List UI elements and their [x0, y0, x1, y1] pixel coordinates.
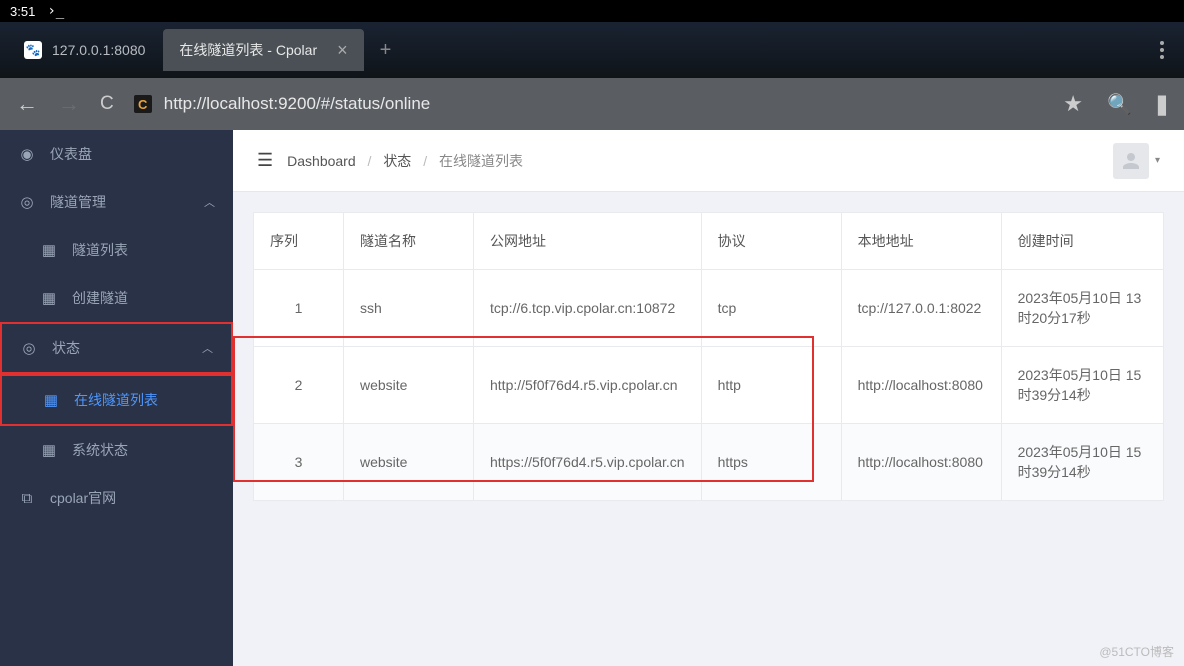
cell-public: http://5f0f76d4.r5.vip.cpolar.cn [474, 347, 702, 424]
address-bar[interactable]: C http://localhost:9200/#/status/online [134, 94, 1044, 114]
avatar-icon [1113, 143, 1149, 179]
th-local: 本地地址 [841, 213, 1001, 270]
sidebar-item-tunnel-mgmt[interactable]: ◎ 隧道管理 ︿ [0, 178, 233, 226]
reload-button[interactable]: C [100, 93, 114, 115]
browser-toolbar: ← → C C http://localhost:9200/#/status/o… [0, 78, 1184, 130]
th-protocol: 协议 [701, 213, 841, 270]
grid-icon: ▦ [40, 441, 58, 459]
table-row[interactable]: 1 ssh tcp://6.tcp.vip.cpolar.cn:10872 tc… [254, 270, 1164, 347]
table-row[interactable]: 3 website https://5f0f76d4.r5.vip.cpolar… [254, 424, 1164, 501]
sidebar-item-online-list[interactable]: ▦ 在线隧道列表 [0, 374, 233, 426]
tab-favicon-icon: 🐾 [24, 41, 42, 59]
status-icon: ◎ [20, 339, 38, 357]
cell-protocol: https [701, 424, 841, 501]
cell-seq: 3 [254, 424, 344, 501]
cell-created: 2023年05月10日 15时39分14秒 [1001, 347, 1163, 424]
forward-button[interactable]: → [58, 91, 80, 117]
breadcrumb-root[interactable]: Dashboard [287, 153, 356, 169]
browser-tab-strip: 🐾 127.0.0.1:8080 在线隧道列表 - Cpolar × + [0, 22, 1184, 78]
external-link-icon: ⧉ [18, 490, 36, 507]
breadcrumb: Dashboard / 状态 / 在线隧道列表 [287, 151, 523, 171]
menu-toggle-icon[interactable]: ☰ [257, 150, 273, 171]
user-menu[interactable]: ▾ [1113, 143, 1160, 179]
table-row[interactable]: 2 website http://5f0f76d4.r5.vip.cpolar.… [254, 347, 1164, 424]
tab-localhost-8080[interactable]: 🐾 127.0.0.1:8080 [8, 29, 161, 71]
tunnel-table: 序列 隧道名称 公网地址 协议 本地地址 创建时间 1 ssh tcp://6.… [253, 212, 1164, 501]
sidebar-item-label: 创建隧道 [72, 288, 128, 308]
cell-protocol: http [701, 347, 841, 424]
chevron-up-icon: ︿ [204, 194, 215, 210]
terminal-prompt-icon: ›_ [47, 3, 64, 19]
sidebar-item-create-tunnel[interactable]: ▦ 创建隧道 [0, 274, 233, 322]
cell-name: website [344, 424, 474, 501]
clock-time: 3:51 [10, 4, 35, 19]
new-tab-button[interactable]: + [366, 39, 406, 62]
sidebar-item-label: 在线隧道列表 [74, 390, 158, 410]
tab-cpolar[interactable]: 在线隧道列表 - Cpolar × [163, 29, 363, 71]
chevron-down-icon: ▾ [1155, 155, 1160, 166]
sidebar-item-status[interactable]: ◎ 状态 ︿ [0, 322, 233, 374]
breadcrumb-separator: / [423, 153, 427, 169]
tunnel-icon: ◎ [18, 193, 36, 211]
main-content: ☰ Dashboard / 状态 / 在线隧道列表 ▾ 序列 隧道 [233, 130, 1184, 666]
sidebar-item-tunnel-list[interactable]: ▦ 隧道列表 [0, 226, 233, 274]
cell-created: 2023年05月10日 15时39分14秒 [1001, 424, 1163, 501]
cell-name: ssh [344, 270, 474, 347]
device-status-bar: 3:51 ›_ [0, 0, 1184, 22]
cell-seq: 1 [254, 270, 344, 347]
table-header-row: 序列 隧道名称 公网地址 协议 本地地址 创建时间 [254, 213, 1164, 270]
site-favicon-icon: C [134, 95, 152, 113]
sidebar-item-label: 状态 [52, 338, 80, 358]
watermark: @51CTO博客 [1099, 643, 1174, 660]
th-created: 创建时间 [1001, 213, 1163, 270]
list-icon: ▦ [42, 391, 60, 409]
grid-icon: ▦ [40, 289, 58, 307]
cell-public: tcp://6.tcp.vip.cpolar.cn:10872 [474, 270, 702, 347]
breadcrumb-current: 在线隧道列表 [439, 153, 523, 169]
breadcrumb-bar: ☰ Dashboard / 状态 / 在线隧道列表 ▾ [233, 130, 1184, 192]
dashboard-icon: ◉ [18, 145, 36, 163]
cell-protocol: tcp [701, 270, 841, 347]
cell-local: http://localhost:8080 [841, 347, 1001, 424]
sidebar-item-label: 仪表盘 [50, 144, 92, 164]
sidebar-item-label: 系统状态 [72, 440, 128, 460]
url-text: http://localhost:9200/#/status/online [164, 94, 431, 114]
th-seq: 序列 [254, 213, 344, 270]
sidebar-item-official-site[interactable]: ⧉ cpolar官网 [0, 474, 233, 522]
chevron-up-icon: ︿ [202, 340, 213, 356]
tab-menu-button[interactable] [1148, 41, 1176, 59]
sidebar-item-label: 隧道列表 [72, 240, 128, 260]
bookmark-icon[interactable]: ▮ [1156, 88, 1168, 119]
breadcrumb-mid[interactable]: 状态 [383, 153, 411, 169]
close-icon[interactable]: × [337, 40, 348, 61]
sidebar-item-label: cpolar官网 [50, 488, 116, 508]
tab-label: 在线隧道列表 - Cpolar [179, 40, 317, 60]
cell-public: https://5f0f76d4.r5.vip.cpolar.cn [474, 424, 702, 501]
cell-created: 2023年05月10日 13时20分17秒 [1001, 270, 1163, 347]
list-icon: ▦ [40, 241, 58, 259]
cell-local: http://localhost:8080 [841, 424, 1001, 501]
sidebar-item-label: 隧道管理 [50, 192, 106, 212]
th-name: 隧道名称 [344, 213, 474, 270]
cell-seq: 2 [254, 347, 344, 424]
tab-label: 127.0.0.1:8080 [52, 42, 145, 58]
back-button[interactable]: ← [16, 91, 38, 117]
star-icon[interactable]: ★ [1063, 91, 1083, 117]
sidebar-item-dashboard[interactable]: ◉ 仪表盘 [0, 130, 233, 178]
cell-local: tcp://127.0.0.1:8022 [841, 270, 1001, 347]
sidebar-item-system-status[interactable]: ▦ 系统状态 [0, 426, 233, 474]
cell-name: website [344, 347, 474, 424]
sidebar: ◉ 仪表盘 ◎ 隧道管理 ︿ ▦ 隧道列表 ▦ 创建隧道 ◎ 状态 ︿ ▦ 在线… [0, 130, 233, 666]
search-icon[interactable]: 🔍 [1107, 92, 1132, 117]
th-public: 公网地址 [474, 213, 702, 270]
breadcrumb-separator: / [368, 153, 372, 169]
